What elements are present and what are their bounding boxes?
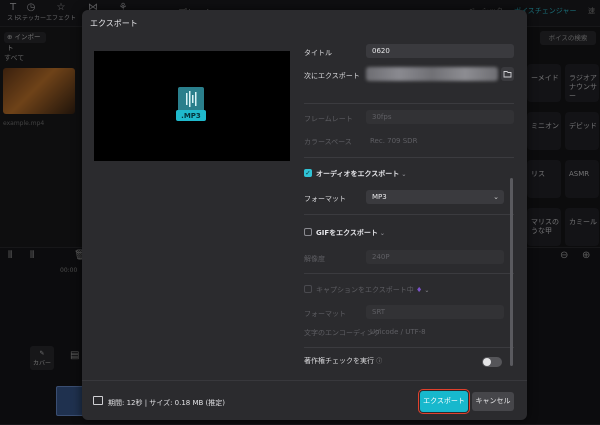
- export-audio-label[interactable]: オーディオをエクスポート ⌄: [316, 169, 406, 179]
- gif-resolution-select: 240P: [366, 250, 504, 264]
- resolution-label: 解像度: [304, 255, 325, 263]
- browse-folder-button[interactable]: [501, 67, 514, 81]
- color-space-value: Rec. 709 SDR: [370, 137, 418, 145]
- export-audio-checkbox[interactable]: ✓: [304, 169, 312, 177]
- toggle-knob: [483, 358, 491, 366]
- divider: [304, 214, 514, 215]
- export-captions-checkbox: [304, 285, 312, 293]
- info-icon: ⓘ: [376, 358, 383, 365]
- export-dialog: エクスポート .MP3 タイトル 0620 次にエクスポート フレームレート 3…: [82, 10, 527, 420]
- divider: [304, 103, 514, 104]
- caption-format-select: SRT: [366, 305, 504, 319]
- divider: [304, 157, 514, 158]
- frame-rate-label: フレームレート: [304, 115, 353, 123]
- format-label: フォーマット: [304, 195, 346, 203]
- premium-gem-icon: ♦: [416, 286, 423, 294]
- export-gif-checkbox[interactable]: [304, 228, 312, 236]
- chevron-down-icon: ⌄: [493, 193, 499, 201]
- folder-icon: [503, 71, 512, 78]
- color-space-label: カラースペース: [304, 138, 352, 146]
- title-input[interactable]: 0620: [366, 44, 514, 58]
- frame-rate-select: 30fps: [366, 110, 514, 124]
- audio-format-select[interactable]: MP3 ⌄: [366, 190, 504, 204]
- export-info: 期間: 12秒 | サイズ: 0.18 MB (推定): [108, 399, 226, 407]
- export-preview: .MP3: [94, 51, 290, 161]
- mp3-file-icon: .MP3: [176, 87, 206, 121]
- footer-divider: [82, 380, 527, 381]
- title-label: タイトル: [304, 49, 332, 57]
- chevron-down-icon: ⌄: [424, 287, 430, 294]
- cancel-button[interactable]: キャンセル: [472, 392, 514, 411]
- export-captions-label: キャプションをエクスポート中 ♦ ⌄: [316, 286, 430, 294]
- export-path-field[interactable]: [366, 67, 498, 81]
- mp3-badge: .MP3: [181, 112, 201, 120]
- chevron-down-icon: ⌄: [379, 230, 385, 237]
- copyright-check-label: 著作権チェックを実行 ⓘ: [304, 357, 383, 365]
- divider: [304, 347, 514, 348]
- film-icon: [93, 396, 103, 405]
- scrollbar[interactable]: [510, 178, 513, 366]
- caption-format-label: フォーマット: [304, 310, 346, 318]
- export-gif-label[interactable]: GIFをエクスポート ⌄: [316, 228, 385, 238]
- export-to-label: 次にエクスポート: [304, 72, 360, 80]
- divider: [304, 273, 514, 274]
- export-button[interactable]: エクスポート: [417, 388, 471, 415]
- chevron-down-icon: ⌄: [401, 171, 407, 178]
- encoding-value: Unicode / UTF-8: [370, 328, 426, 336]
- copyright-check-toggle[interactable]: [482, 357, 502, 367]
- dialog-title: エクスポート: [90, 19, 138, 28]
